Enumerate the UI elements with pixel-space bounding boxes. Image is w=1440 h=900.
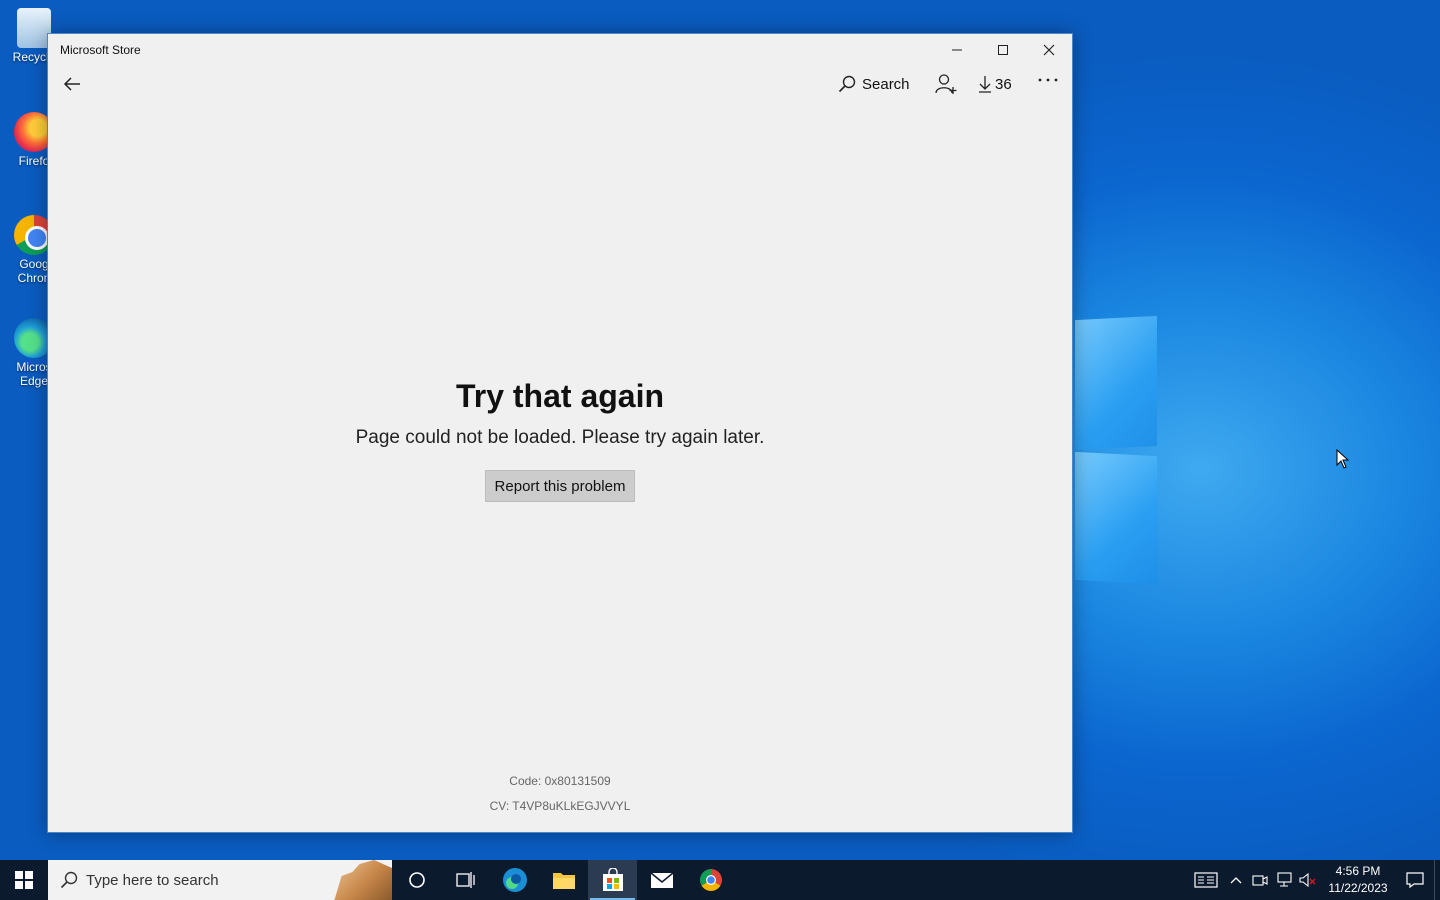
caption-buttons: [934, 34, 1072, 66]
desktop-icon-label: Firefo: [18, 154, 50, 168]
recycle-bin-icon: [17, 8, 51, 48]
store-window: Microsoft Store Search 36 Try that again…: [47, 33, 1073, 833]
add-user-icon: [935, 74, 957, 94]
desktop-icon-label: Goog Chron: [17, 257, 51, 285]
edge-icon: [502, 868, 527, 892]
search-button[interactable]: Search: [838, 70, 910, 98]
maximize-icon: [998, 45, 1008, 55]
keyboard-icon: [1194, 872, 1218, 888]
error-code: Code: 0x80131509: [509, 774, 611, 788]
title-bar[interactable]: Microsoft Store: [48, 34, 1072, 66]
search-icon: [838, 75, 856, 93]
error-title: Try that again: [455, 378, 665, 414]
windows-start-icon: [15, 871, 33, 889]
task-view-button[interactable]: [441, 860, 490, 900]
keyboard-layout-button[interactable]: [1188, 860, 1224, 900]
store-bag-icon: [602, 868, 623, 891]
mouse-cursor-icon: [1336, 449, 1350, 469]
back-arrow-icon: [63, 77, 80, 91]
error-panel: Try that again Page could not be loaded.…: [48, 376, 1072, 502]
meet-now-button[interactable]: [1248, 860, 1272, 900]
task-view-icon: [455, 872, 475, 888]
taskbar-search-placeholder: Type here to search: [86, 871, 219, 889]
minimize-button[interactable]: [934, 34, 980, 66]
more-options-button[interactable]: [1034, 66, 1062, 94]
correlation-vector: CV: T4VP8uKLkEGJVVYL: [489, 799, 631, 813]
show-desktop-button[interactable]: [1434, 860, 1440, 900]
chrome-icon: [699, 869, 722, 891]
search-label: Search: [862, 75, 910, 93]
close-icon: [1043, 44, 1055, 56]
report-problem-button[interactable]: Report this problem: [484, 470, 636, 502]
cortana-button[interactable]: [392, 860, 441, 900]
search-highlight-art: [334, 860, 392, 900]
maximize-button[interactable]: [980, 34, 1026, 66]
start-button[interactable]: [0, 860, 48, 900]
taskbar: Type here to search 4:56 PM 11/22/2023: [0, 860, 1440, 900]
volume-muted-icon: [1299, 872, 1316, 888]
taskbar-clock[interactable]: 4:56 PM 11/22/2023: [1326, 863, 1390, 897]
back-button[interactable]: [58, 70, 86, 98]
action-center-button[interactable]: [1396, 860, 1434, 900]
window-title: Microsoft Store: [60, 43, 141, 57]
downloads-button[interactable]: 36: [978, 70, 1012, 98]
show-hidden-icons-button[interactable]: [1224, 860, 1248, 900]
close-button[interactable]: [1026, 34, 1072, 66]
taskbar-edge[interactable]: [490, 860, 539, 900]
minimize-icon: [952, 49, 962, 51]
network-button[interactable]: [1272, 860, 1296, 900]
clock-time: 4:56 PM: [1335, 864, 1381, 878]
more-dots-icon: [1038, 78, 1058, 82]
download-arrow-icon: [979, 76, 991, 93]
error-message: Page could not be loaded. Please try aga…: [355, 427, 765, 448]
taskbar-chrome[interactable]: [686, 860, 735, 900]
clock-date: 11/22/2023: [1328, 881, 1388, 895]
chevron-up-icon: [1230, 877, 1242, 884]
taskbar-microsoft-store[interactable]: [588, 860, 637, 900]
downloads-count: 36: [995, 75, 1012, 93]
volume-button[interactable]: [1296, 860, 1320, 900]
cortana-circle-icon: [408, 872, 425, 888]
search-icon: [60, 871, 78, 889]
mail-icon: [650, 872, 673, 888]
folder-icon: [552, 873, 575, 889]
camera-icon: [1252, 875, 1268, 886]
account-button[interactable]: [932, 70, 960, 98]
notification-icon: [1406, 872, 1424, 888]
error-codes: Code: 0x80131509 CV: T4VP8uKLkEGJVVYL: [48, 769, 1072, 819]
network-icon: [1277, 872, 1292, 887]
taskbar-search-box[interactable]: Type here to search: [48, 860, 392, 900]
store-toolbar: Search 36: [48, 66, 1072, 116]
taskbar-mail[interactable]: [637, 860, 686, 900]
windows-logo-wallpaper: [1075, 315, 1157, 585]
system-tray: 4:56 PM 11/22/2023: [1188, 860, 1440, 900]
taskbar-file-explorer[interactable]: [539, 860, 588, 900]
